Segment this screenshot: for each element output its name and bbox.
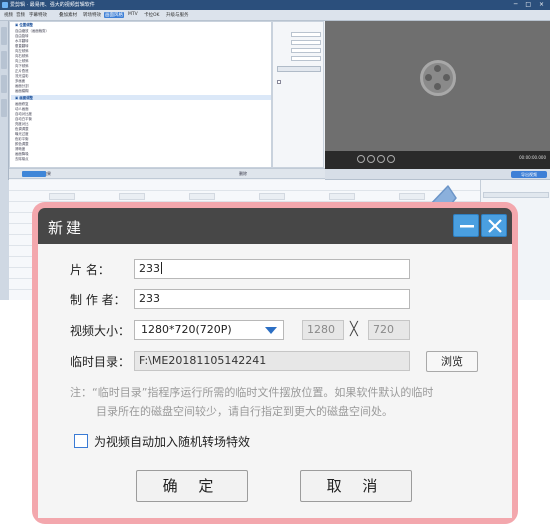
effect-toolbar: 添加风格效果 删除 <box>9 168 325 179</box>
temp-dir-note-line1: 注：“临时目录”指程序运行所需的临时文件摆放位置。如果软件默认的临时 <box>70 386 434 399</box>
menu-mtv[interactable]: MTV <box>127 12 139 17</box>
film-reel-icon <box>420 60 456 96</box>
param-field[interactable] <box>291 32 321 37</box>
effect-params-panel <box>272 21 324 168</box>
close-button[interactable] <box>481 214 507 237</box>
list-item[interactable]: 自动白平衡 <box>15 117 32 121</box>
play-icon[interactable] <box>367 155 375 163</box>
effect-list: ▣ 位置调整 自由缩放（画面裁剪） 自由旋转 水平翻转 垂直翻转 向左倾斜 向右… <box>9 21 272 168</box>
param-button[interactable] <box>277 66 321 72</box>
list-item[interactable]: 正片叠底 <box>15 69 29 73</box>
menu-upgrade[interactable]: 升级与服务 <box>165 12 190 18</box>
times-icon: ╳ <box>350 322 358 337</box>
video-size-select[interactable]: 1280*720(720P) <box>134 320 284 340</box>
author-field[interactable]: 233 <box>134 289 410 309</box>
app-title: 爱剪辑 · 最易用、强大的视频剪辑软件 <box>10 2 95 8</box>
menu-overlay[interactable]: 叠加素材 <box>58 12 78 18</box>
minimize-icon <box>460 225 474 228</box>
close-icon <box>488 219 502 233</box>
effect-group-header[interactable]: ▣ 位置调整 <box>15 23 33 27</box>
name-field-value: 233 <box>139 262 160 275</box>
param-field[interactable] <box>291 40 321 45</box>
dialog-title-bar: 新建 <box>38 208 512 244</box>
menu-audio[interactable]: 音频 <box>15 12 26 18</box>
menu-karaoke[interactable]: 卡拉OK <box>143 12 161 18</box>
list-item[interactable]: 色调调整 <box>15 127 29 131</box>
menu-style[interactable]: 画面风格 <box>104 12 124 18</box>
temp-dir-field: F:\ME20181105142241 <box>134 351 410 371</box>
param-field[interactable] <box>291 48 321 53</box>
clips-table-header <box>483 192 549 198</box>
timeline-track-labels <box>0 180 9 300</box>
name-label: 片 名： <box>70 263 110 277</box>
list-item[interactable]: 清晰度 <box>15 147 25 151</box>
list-item[interactable]: 色彩平衡 <box>15 137 29 141</box>
list-item[interactable]: 多画面 <box>15 79 25 83</box>
effect-group-header[interactable]: ▣ 画面调整 <box>15 96 33 100</box>
prev-icon[interactable] <box>357 155 365 163</box>
list-item[interactable]: 向上倾斜 <box>15 59 29 63</box>
list-item[interactable]: 去除噪点 <box>15 157 29 161</box>
menu-video[interactable]: 视频 <box>3 12 14 18</box>
list-item[interactable]: 水平翻转 <box>15 39 29 43</box>
list-item[interactable]: 垂直翻转 <box>15 44 29 48</box>
app-title-bar: 爱剪辑 · 最易用、强大的视频剪辑软件 ─ □ × <box>0 0 550 10</box>
list-item[interactable]: 自动对比度 <box>15 112 32 116</box>
list-item[interactable]: 画面修复 <box>15 102 29 106</box>
list-item[interactable]: 自由旋转 <box>15 34 29 38</box>
list-item[interactable]: 流光溢彩 <box>15 74 29 78</box>
playback-time: 00:00:00.000 <box>519 155 546 160</box>
random-transition-checkbox[interactable] <box>74 434 88 448</box>
list-item[interactable]: 颜色调整 <box>15 142 29 146</box>
text-caret <box>161 262 162 274</box>
temp-dir-value: F:\ME20181105142241 <box>139 354 267 367</box>
next-icon[interactable] <box>387 155 395 163</box>
list-item[interactable]: 自由缩放（画面裁剪） <box>15 29 49 33</box>
list-item[interactable]: 向右倾斜 <box>15 54 29 58</box>
effect-list-selection <box>11 95 271 100</box>
height-field: 720 <box>368 320 410 340</box>
list-item[interactable]: 曝光过度 <box>15 132 29 136</box>
app-menu-bar: 视频 音频 字幕特效 叠加素材 转场特效 画面风格 MTV 卡拉OK 升级与服务 <box>0 10 550 21</box>
list-item[interactable]: 向下倾斜 <box>15 64 29 68</box>
width-field: 1280 <box>302 320 344 340</box>
browse-button[interactable]: 浏览 <box>426 351 478 372</box>
random-transition-label[interactable]: 为视频自动加入随机转场特效 <box>94 433 250 450</box>
dialog-title: 新建 <box>48 219 85 237</box>
app-left-tabs <box>0 21 9 181</box>
app-logo-icon <box>2 2 8 8</box>
delete-effect-button[interactable]: 删除 <box>239 171 247 177</box>
author-label: 制 作 者： <box>70 293 126 307</box>
name-field[interactable]: 233 <box>134 259 410 279</box>
stop-icon[interactable] <box>377 155 385 163</box>
temp-dir-note-line2: 目录所在的磁盘空间较少，请自行指定到更大的磁盘空间处。 <box>96 405 393 418</box>
dialog-body: 片 名： 233 制 作 者： 233 视频大小： 1280*720(720P)… <box>38 244 512 518</box>
param-field[interactable] <box>291 56 321 61</box>
list-item[interactable]: 画面分割 <box>15 84 29 88</box>
author-field-value: 233 <box>139 292 160 305</box>
dropdown-arrow-icon <box>265 327 277 334</box>
cancel-button[interactable]: 取 消 <box>300 470 412 502</box>
list-item[interactable]: 亮度对比 <box>15 122 29 126</box>
playback-bar: 00:00:00.000 <box>325 151 550 169</box>
app-window-controls-icon[interactable]: ─ □ × <box>514 0 547 10</box>
ok-button[interactable]: 确 定 <box>136 470 248 502</box>
height-value: 720 <box>373 323 394 336</box>
menu-transition[interactable]: 转场特效 <box>82 12 102 18</box>
list-item[interactable]: 向左倾斜 <box>15 49 29 53</box>
temp-dir-label: 临时目录： <box>70 355 131 369</box>
minimize-button[interactable] <box>453 214 479 237</box>
new-project-dialog: 新建 片 名： 233 制 作 者： 233 视频大小： 1280*720(72… <box>32 202 518 524</box>
add-effect-highlight[interactable] <box>22 171 46 177</box>
param-checkbox[interactable] <box>277 80 281 84</box>
width-value: 1280 <box>307 323 335 336</box>
list-item[interactable]: 动人画面 <box>15 107 29 111</box>
menu-subtitle[interactable]: 字幕特效 <box>28 12 48 18</box>
video-size-value: 1280*720(720P) <box>141 323 232 336</box>
export-video-button[interactable]: 导出视频 <box>511 171 547 178</box>
list-item[interactable]: 画面模糊 <box>15 89 29 93</box>
list-item[interactable]: 画面降噪 <box>15 152 29 156</box>
video-size-label: 视频大小： <box>70 324 131 338</box>
